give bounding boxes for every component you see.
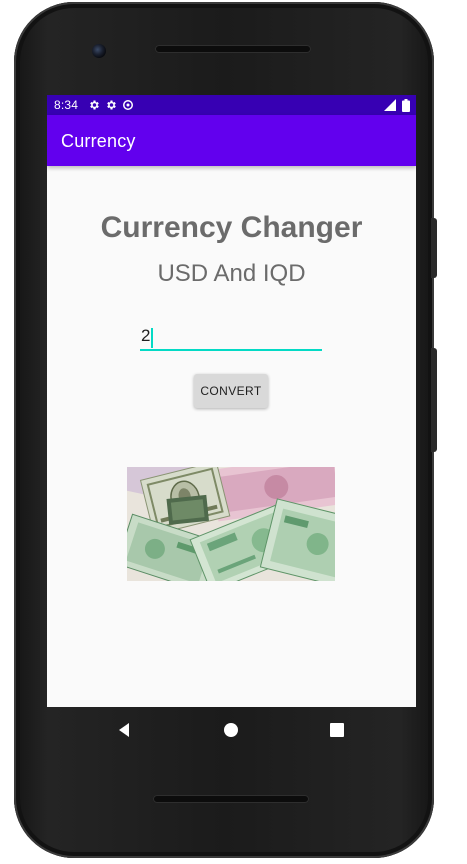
app-title: Currency	[61, 131, 136, 151]
page-title: Currency Changer	[100, 211, 363, 244]
amount-input[interactable]	[140, 323, 322, 351]
battery-icon	[402, 98, 410, 112]
data-saver-icon	[123, 100, 133, 110]
screen: 8:34 Currency Currency Changer USD And I…	[47, 95, 416, 707]
text-cursor	[151, 328, 153, 348]
status-system-icons	[384, 98, 410, 112]
banknotes-illustration	[127, 467, 335, 581]
recents-button[interactable]	[328, 721, 346, 739]
status-time: 8:34	[54, 98, 79, 112]
power-button	[431, 218, 437, 278]
back-button[interactable]	[115, 721, 133, 739]
earpiece-speaker	[155, 45, 311, 53]
bottom-speaker	[153, 795, 309, 803]
front-camera	[92, 44, 106, 58]
settings-icon	[107, 100, 116, 110]
status-notifications	[88, 97, 134, 113]
convert-button[interactable]: CONVERT	[194, 374, 268, 408]
volume-rocker	[431, 348, 437, 452]
signal-icon	[384, 99, 396, 111]
navigation-bar	[47, 707, 416, 751]
status-bar: 8:34	[47, 95, 416, 115]
app-bar: Currency	[47, 115, 416, 166]
page-subtitle: USD And IQD	[157, 260, 306, 287]
settings-icon	[90, 100, 99, 110]
home-button[interactable]	[222, 721, 240, 739]
banknotes-image	[127, 467, 335, 581]
home-icon	[224, 723, 238, 737]
back-icon	[119, 723, 129, 737]
recents-icon	[330, 723, 344, 737]
